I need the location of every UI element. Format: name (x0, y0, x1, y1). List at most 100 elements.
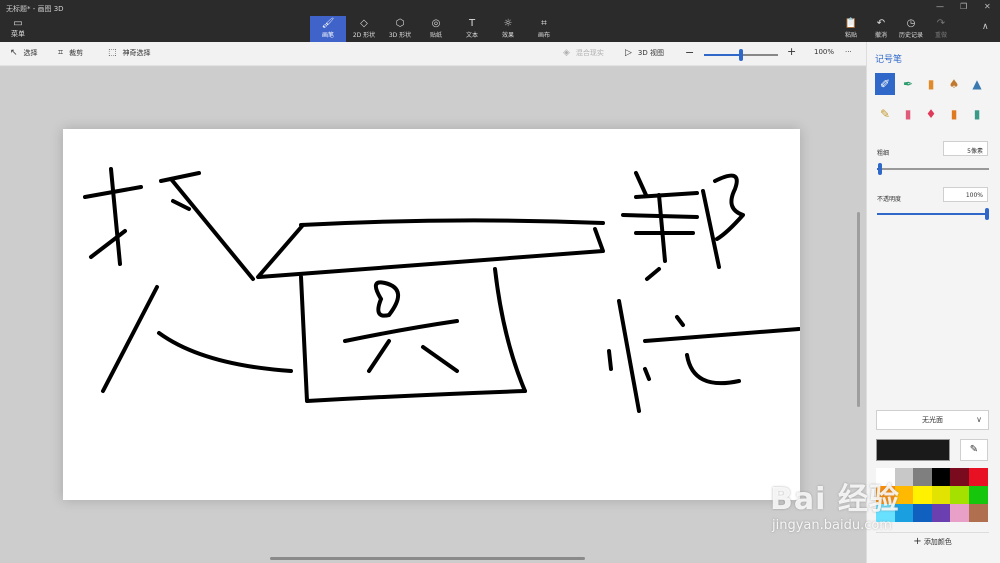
3d-cube-icon: ⬡ (395, 18, 405, 29)
history-button[interactable]: ◷ 历史记录 (896, 16, 926, 42)
zoom-slider-thumb[interactable] (739, 49, 743, 61)
redo-button[interactable]: ↷ 重做 (926, 16, 956, 42)
tab-3d-shapes[interactable]: ⬡ 3D 形状 (382, 16, 418, 42)
cursor-icon: ↖ (10, 48, 18, 58)
menu-button[interactable]: ▭ 菜单 (6, 18, 30, 39)
collapse-chevron-icon[interactable]: ∧ (982, 22, 989, 32)
opacity-slider-thumb[interactable] (985, 208, 989, 220)
thickness-slider-thumb[interactable] (878, 163, 882, 175)
mixed-reality-button[interactable]: ◈ 混合现实 (563, 48, 604, 58)
pixel-pen-brush[interactable]: ▲ (967, 73, 987, 95)
chevron-down-icon: ∨ (976, 415, 982, 424)
3d-view-icon: ▷ (625, 48, 632, 58)
pencil-brush[interactable]: ✎ (875, 103, 895, 125)
eyedropper-icon: ✎ (969, 444, 979, 455)
opacity-input[interactable]: 100% (943, 187, 988, 202)
oil-brush[interactable]: ▮ (921, 73, 941, 95)
history-label: 历史记录 (898, 32, 923, 39)
tab-label: 效果 (501, 32, 514, 39)
stroke (685, 353, 741, 386)
3d-view-button[interactable]: ▷ 3D 视图 (625, 48, 664, 58)
thickness-slider[interactable] (877, 163, 989, 175)
paste-button[interactable]: 📋 粘贴 (836, 16, 866, 42)
oil-brush-icon: ▮ (927, 77, 935, 91)
zoom-level[interactable]: 100% (814, 48, 834, 56)
mixed-reality-icon: ◈ (563, 48, 570, 58)
watercolor-brush[interactable]: ♠ (944, 73, 964, 95)
marker-brush-icon: ✐ (879, 77, 891, 91)
ribbon-tools: 🖌 画笔 ◇ 2D 形状 ⬡ 3D 形状 ◎ 贴纸 T 文本 ☼ 效果 ⌗ 画布 (310, 16, 562, 42)
canvas-icon: ⌗ (541, 18, 547, 29)
tab-label: 3D 形状 (388, 32, 412, 39)
crayon-brush[interactable]: ♦ (921, 103, 941, 125)
minimize-icon[interactable]: — (936, 2, 944, 11)
stroke (657, 193, 667, 263)
opacity-slider[interactable] (877, 208, 989, 220)
3d-view-label: 3D 视图 (637, 49, 664, 57)
stroke (343, 319, 459, 343)
tab-canvas[interactable]: ⌗ 画布 (526, 16, 562, 42)
undo-icon: ↶ (876, 18, 886, 29)
drawing-canvas[interactable] (63, 129, 801, 500)
crop-button[interactable]: ⌗ 裁剪 (58, 48, 83, 58)
fill-brush[interactable]: ▮ (967, 103, 987, 125)
calligraphy-pen-brush[interactable]: ✒ (898, 73, 918, 95)
restore-icon[interactable]: ❐ (960, 2, 967, 11)
history-icon: ◷ (906, 18, 916, 29)
workspace (0, 67, 866, 563)
tab-text[interactable]: T 文本 (454, 16, 490, 42)
stroke (675, 315, 685, 327)
sticker-icon: ◎ (431, 18, 441, 29)
select-button[interactable]: ↖ 选择 (10, 48, 38, 58)
vertical-scrollbar[interactable] (857, 212, 860, 407)
tab-2d-shapes[interactable]: ◇ 2D 形状 (346, 16, 382, 42)
mixed-reality-label: 混合现实 (575, 49, 604, 57)
stroke (299, 275, 527, 403)
zoom-slider[interactable] (704, 49, 778, 61)
horizontal-scrollbar[interactable] (270, 557, 585, 560)
tab-brushes[interactable]: 🖌 画笔 (310, 16, 346, 42)
eraser-brush-icon: ▮ (904, 107, 912, 121)
zoom-in-button[interactable]: + (787, 45, 796, 58)
pixel-pen-brush-icon: ▲ (972, 77, 982, 91)
watermark-logo-text: Bai 经验 (770, 482, 900, 517)
calligraphy-pen-brush-icon: ✒ (902, 77, 914, 91)
stroke (157, 331, 293, 373)
fill-brush-icon: ▮ (973, 107, 981, 121)
canvas-toolbar: ↖ 选择 ⌗ 裁剪 ⬚ 神奇选择 ◈ 混合现实 ▷ 3D 视图 − + 100%… (0, 42, 866, 66)
baidu-watermark: Bai 经验 jingyan.baidu.com (770, 458, 995, 553)
stroke (634, 171, 648, 197)
magic-select-button[interactable]: ⬚ 神奇选择 (108, 48, 151, 58)
edit-tools: 📋 粘贴 ↶ 撤消 ◷ 历史记录 ↷ 重做 (836, 16, 956, 42)
effects-icon: ☼ (503, 18, 513, 29)
thickness-input[interactable]: 5像素 (943, 141, 988, 156)
spray-can-brush[interactable]: ▮ (944, 103, 964, 125)
stroke (373, 280, 400, 318)
crop-icon: ⌗ (58, 48, 64, 58)
finish-dropdown[interactable]: 无光面 ∨ (876, 410, 989, 430)
redo-icon: ↷ (936, 18, 946, 29)
marker-brush[interactable]: ✐ (875, 73, 895, 95)
stroke (169, 177, 255, 281)
eraser-brush[interactable]: ▮ (898, 103, 918, 125)
stroke (421, 345, 459, 373)
close-icon[interactable]: ✕ (984, 2, 991, 11)
stroke (643, 327, 801, 343)
tab-effects[interactable]: ☼ 效果 (490, 16, 526, 42)
brush-grid: ✐ ✒ ▮ ♠ ▲ ✎ ▮ ♦ ▮ ▮ (875, 73, 993, 125)
opacity-slider-fill (877, 213, 989, 215)
folder-icon: ▭ (13, 18, 23, 29)
more-options-button[interactable]: ··· (845, 48, 852, 56)
undo-button[interactable]: ↶ 撤消 (866, 16, 896, 42)
handwritten-drawing (83, 167, 801, 413)
spray-can-brush-icon: ▮ (950, 107, 958, 121)
thickness-label: 粗细 (877, 150, 890, 157)
finish-value: 无光面 (922, 416, 943, 424)
stroke (643, 367, 651, 381)
ribbon: 无标题* - 画图 3D ▭ 菜单 🖌 画笔 ◇ 2D 形状 ⬡ 3D 形状 ◎ 贴纸 T 文本 ☼… (0, 0, 1000, 42)
paste-icon: 📋 (844, 18, 858, 29)
zoom-out-button[interactable]: − (685, 46, 694, 59)
paste-label: 粘贴 (844, 32, 857, 39)
stroke (299, 218, 605, 227)
tab-stickers[interactable]: ◎ 贴纸 (418, 16, 454, 42)
